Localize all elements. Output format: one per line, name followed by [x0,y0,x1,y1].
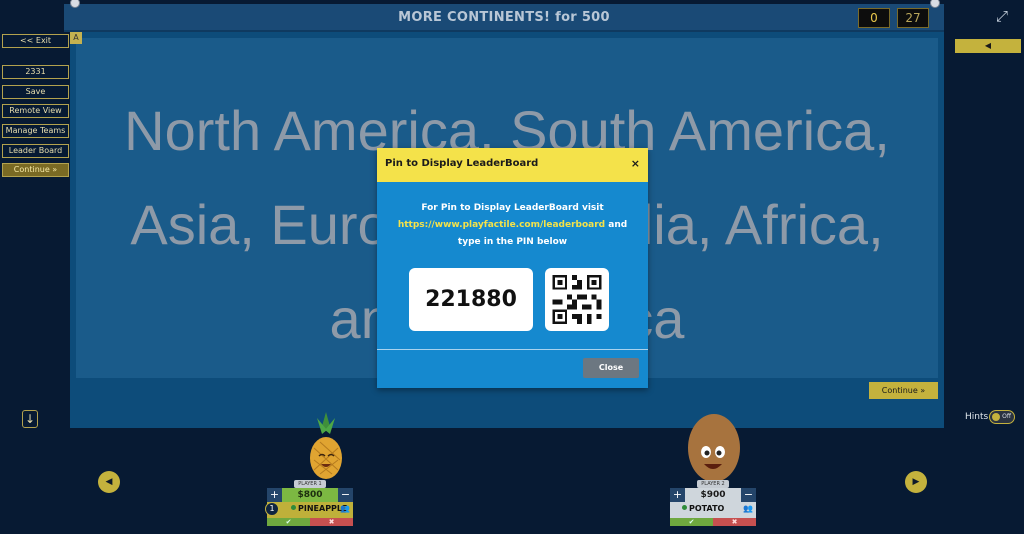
category-letter: A [70,32,82,44]
player-card-1: PLAYER 1 + $800 − 1 PINEAPPLE 👥 ✔ ✖ [265,480,353,526]
player-score: $800 [282,488,338,502]
leader-board-button[interactable]: Leader Board [2,144,69,158]
player-label: PLAYER 2 [697,480,729,488]
message-line-3: type in the PIN below [457,237,568,247]
pin-display: 221880 [409,268,533,331]
sidebar-continue-button[interactable]: Continue » [2,163,69,177]
incorrect-button[interactable]: ✖ [310,518,353,526]
close-icon[interactable]: × [631,157,640,170]
score-counter-right: 27 [897,8,929,28]
modal-message: For Pin to Display LeaderBoard visit htt… [387,200,638,251]
pineapple-avatar [310,412,342,479]
modal-title: Pin to Display LeaderBoard [385,158,539,169]
team-icon[interactable]: 👥 [743,504,753,513]
player-name-row: 1 PINEAPPLE 👥 [265,502,353,518]
message-and: and [605,220,628,230]
player-name: POTATO [682,504,724,513]
online-status-icon [682,505,687,510]
correct-button[interactable]: ✔ [267,518,310,526]
correct-button[interactable]: ✔ [670,518,713,526]
exit-button[interactable]: << Exit [2,34,69,48]
incorrect-button[interactable]: ✖ [713,518,756,526]
qr-code [545,268,609,331]
team-icon[interactable]: 👥 [340,504,350,513]
question-title: MORE CONTINENTS! for 500 [398,10,610,25]
question-header: MORE CONTINENTS! for 500 0 27 [64,4,944,32]
add-points-button[interactable]: + [267,488,282,502]
hints-label: Hints [965,412,989,422]
next-player-button[interactable]: ▶ [905,471,927,493]
hints-toggle[interactable]: Off [989,410,1015,424]
remote-view-button[interactable]: Remote View [2,104,69,118]
game-code: 2331 [2,65,69,79]
hints-state: Off [1002,413,1011,420]
prev-player-button[interactable]: ◀ [98,471,120,493]
close-button[interactable]: Close [583,358,639,378]
manage-teams-button[interactable]: Manage Teams [2,124,69,138]
download-icon[interactable]: ↓ [22,410,38,428]
qr-code-icon [552,275,602,324]
player-name-text: POTATO [689,504,725,513]
potato-avatar [688,414,740,488]
player-label: PLAYER 1 [294,480,326,488]
modal-header: Pin to Display LeaderBoard × [377,148,648,182]
online-status-icon [291,505,296,510]
collapse-panel-button[interactable]: ◀ [955,39,1021,53]
rank-badge: 1 [265,502,279,516]
score-counter-left: 0 [858,8,890,28]
fullscreen-icon[interactable]: ⤢ [994,8,1010,24]
subtract-points-button[interactable]: − [338,488,353,502]
player-card-2: PLAYER 2 + $900 − POTATO 👥 ✔ ✖ [670,480,756,526]
player-name-row: POTATO 👥 [670,502,756,518]
subtract-points-button[interactable]: − [741,488,756,502]
modal-divider [377,349,648,350]
add-points-button[interactable]: + [670,488,685,502]
message-line-1: For Pin to Display LeaderBoard visit [421,203,604,213]
player-score: $900 [685,488,741,502]
continue-button[interactable]: Continue » [869,382,938,399]
player-name: PINEAPPLE [291,504,347,513]
message-line-2: https://www.playfactile.com/leaderboard … [387,217,638,234]
toggle-knob [992,413,1000,421]
leaderboard-link[interactable]: https://www.playfactile.com/leaderboard [398,220,605,230]
leaderboard-pin-modal: Pin to Display LeaderBoard × For Pin to … [377,148,648,388]
save-button[interactable]: Save [2,85,69,99]
